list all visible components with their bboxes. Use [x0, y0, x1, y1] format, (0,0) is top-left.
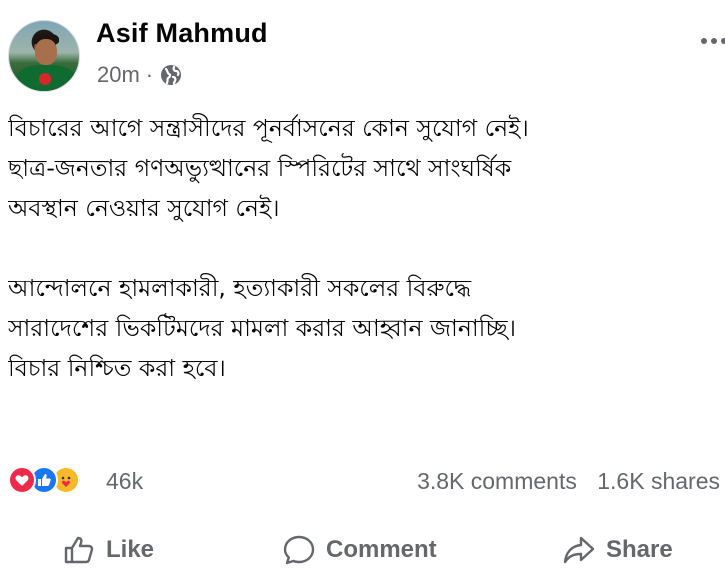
- post-text-line: বিচারের আগে সন্ত্রাসীদের পূনর্বাসনের কোন…: [8, 114, 529, 142]
- globe-icon[interactable]: [159, 63, 183, 87]
- comments-count[interactable]: 3.8K comments: [417, 468, 577, 494]
- meta-separator: ·: [145, 62, 154, 87]
- post-text-line: আন্দোলনে হামলাকারী, হত্যাকারী সকলের বিরু…: [8, 274, 472, 302]
- like-button[interactable]: Like: [62, 532, 154, 568]
- thumbs-up-icon: [64, 536, 94, 564]
- post-text-line: ছাত্র-জনতার গণঅভ্যুত্থানের স্পিরিটের সাথ…: [8, 154, 512, 182]
- author-avatar[interactable]: [8, 20, 80, 92]
- love-icon: [8, 466, 36, 494]
- post-time[interactable]: 20m: [97, 62, 140, 88]
- avatar-face: [35, 39, 57, 65]
- facebook-post: Asif Mahmud 20m · বিচারের আগে সন্ত্রাসীদ…: [0, 0, 725, 585]
- shares-count[interactable]: 1.6K shares: [597, 468, 720, 494]
- reaction-icons[interactable]: [8, 466, 80, 494]
- post-stats: 46k 3.8K comments 1.6K shares: [8, 462, 720, 498]
- comment-label: Comment: [326, 536, 437, 563]
- avatar-flag: [17, 65, 75, 91]
- share-label: Share: [606, 536, 673, 563]
- engagement-counts: 3.8K comments 1.6K shares: [417, 468, 720, 495]
- author-name[interactable]: Asif Mahmud: [96, 18, 268, 49]
- more-options-icon[interactable]: [701, 34, 725, 48]
- post-text-line: অবস্থান নেওয়ার সুযোগ নেই।: [8, 194, 280, 222]
- post-actions: Like Comment Share: [0, 520, 725, 580]
- post-text-line: বিচার নিশ্চিত করা হবে।: [8, 354, 226, 382]
- comment-bubble-icon: [283, 535, 315, 565]
- reaction-count[interactable]: 46k: [106, 468, 143, 495]
- share-arrow-icon: [563, 536, 595, 564]
- like-label: Like: [106, 536, 155, 563]
- post-header: Asif Mahmud 20m ·: [8, 14, 725, 98]
- share-button[interactable]: Share: [562, 532, 673, 568]
- post-meta: 20m ·: [97, 62, 183, 88]
- post-text: বিচারের আগে সন্ত্রাসীদের পূনর্বাসনের কোন…: [8, 108, 720, 388]
- post-text-line: সারাদেশের ভিকটিমদের মামলা করার আহ্বান জা…: [8, 314, 517, 342]
- comment-button[interactable]: Comment: [282, 532, 437, 568]
